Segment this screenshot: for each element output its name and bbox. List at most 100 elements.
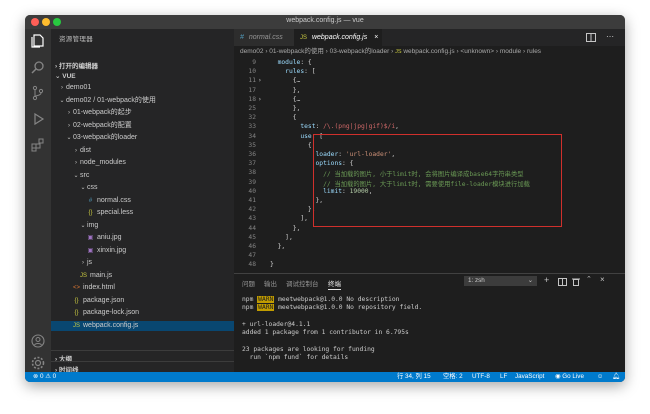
chevron-right-icon: › <box>68 110 70 116</box>
fold-chevron-icon[interactable]: › <box>258 96 262 103</box>
panel-tab-debug-console[interactable]: 调试控制台 <box>286 278 319 288</box>
account-icon[interactable] <box>30 333 46 349</box>
encoding-status[interactable]: UTF-8 <box>472 372 490 382</box>
code-line: { <box>270 141 312 149</box>
file-type-icon: {} <box>88 210 93 216</box>
line-number: 47 <box>248 252 256 260</box>
terminal-line: 23 packages are looking for funding <box>242 345 375 353</box>
title-bar: webpack.config.js — vue <box>25 15 625 29</box>
file-type-icon: JS <box>79 272 87 279</box>
tree-item-label: demo01 <box>66 84 92 91</box>
js-file-icon: JS <box>300 35 308 41</box>
kill-terminal-icon[interactable] <box>572 277 580 286</box>
line-number: 42 <box>248 206 256 214</box>
tree-item[interactable]: ▣ aniu.jpg <box>51 233 234 243</box>
problems-status[interactable]: ⊗ 0 ⚠ 0 <box>33 372 56 382</box>
line-number: 45 <box>248 233 256 241</box>
chevron-right-icon: › <box>82 260 84 266</box>
terminal-select[interactable]: 1: zsh ⌄ <box>464 276 537 286</box>
tree-item[interactable]: ⌄img <box>51 221 234 231</box>
warn-badge: WARN <box>257 296 275 303</box>
tree-item[interactable]: # normal.css <box>51 196 234 206</box>
new-terminal-icon[interactable]: + <box>544 275 549 285</box>
panel-tab-terminal[interactable]: 终端 <box>328 278 341 290</box>
tree-item[interactable]: › node_modules <box>51 158 234 168</box>
tree-item[interactable]: {} package-lock.json <box>51 308 234 318</box>
breadcrumb-item[interactable]: rules <box>527 48 541 55</box>
line-number: 10 <box>248 68 256 76</box>
tree-item[interactable]: ⌄css <box>51 183 234 193</box>
open-editors-section[interactable]: › 打开的编辑器 <box>51 60 234 70</box>
notifications-icon[interactable]: 🔔︎ <box>612 372 620 382</box>
panel-tab-output[interactable]: 输出 <box>264 278 277 288</box>
extensions-icon[interactable] <box>30 137 46 153</box>
panel-tab-problems[interactable]: 问题 <box>242 278 255 288</box>
tree-item[interactable]: JS main.js <box>51 271 234 281</box>
eol-status[interactable]: LF <box>500 372 507 382</box>
tree-item-label: 02-webpack的配置 <box>73 121 132 129</box>
tree-item[interactable]: {} package.json <box>51 296 234 306</box>
maximize-panel-icon[interactable]: ⌃ <box>586 275 592 283</box>
explorer-icon[interactable] <box>30 33 46 49</box>
tab-label: normal.css <box>248 34 283 41</box>
chevron-down-icon: ⌄ <box>527 277 533 284</box>
chevron-down-icon: ⌄ <box>55 73 61 80</box>
tree-item[interactable]: ▣ xinxin.jpg <box>51 246 234 256</box>
line-number: 34 <box>248 132 256 140</box>
tree-item[interactable]: ⌄03-webpack的loader <box>51 133 234 143</box>
tree-item[interactable]: {} special.less <box>51 208 234 218</box>
split-terminal-icon[interactable] <box>558 278 567 286</box>
go-live-button[interactable]: ◉ Go Live <box>555 372 584 382</box>
tab-normal-css[interactable]: # normal.css <box>234 29 294 46</box>
tab-webpack-config[interactable]: JS webpack.config.js × <box>294 29 382 46</box>
cursor-position[interactable]: 行 34, 列 15 <box>397 372 431 382</box>
tree-item[interactable]: › demo01 <box>51 83 234 93</box>
close-tab-icon[interactable]: × <box>374 34 378 41</box>
more-actions-icon[interactable]: ⋯ <box>606 32 614 41</box>
chevron-right-icon: › <box>75 160 77 166</box>
file-type-icon: ▣ <box>87 235 94 241</box>
highlight-annotation-box <box>313 134 562 227</box>
tree-item[interactable]: › 01-webpack的起步 <box>51 108 234 118</box>
breadcrumb-item[interactable]: 03-webpack的loader <box>330 48 390 55</box>
chevron-right-icon: › <box>68 122 70 129</box>
line-number: 39 <box>248 178 256 186</box>
run-debug-icon[interactable] <box>30 111 46 127</box>
line-number: 33 <box>248 123 256 131</box>
line-number: 46 <box>248 243 256 250</box>
vscode-window: webpack.config.js — vue 资源管理器 › 打开的编辑器 ⌄… <box>25 15 625 382</box>
breadcrumb-item[interactable]: module <box>500 48 521 55</box>
breadcrumb-item[interactable]: demo02 <box>240 48 264 55</box>
settings-gear-icon[interactable] <box>30 355 46 371</box>
breadcrumb-item[interactable]: 01-webpack的使用 <box>269 48 324 55</box>
feedback-icon[interactable]: ☺ <box>597 372 603 382</box>
source-control-icon[interactable] <box>30 85 46 101</box>
tree-item[interactable]: › js <box>51 258 234 268</box>
fold-chevron-icon[interactable]: › <box>258 77 262 84</box>
code-line: }, <box>270 206 316 214</box>
line-number: 43 <box>248 215 256 223</box>
line-number: 41 <box>248 197 256 204</box>
tree-item-label: dist <box>80 146 91 154</box>
split-editor-icon[interactable] <box>586 33 596 42</box>
breadcrumb-item[interactable]: webpack.config.js <box>403 48 454 55</box>
search-icon[interactable] <box>30 59 46 75</box>
tree-item[interactable]: ⌄demo02 / 01-webpack的使用 <box>51 96 234 106</box>
tree-item[interactable]: › 02-webpack的配置 <box>51 121 234 131</box>
explorer-sidebar: 资源管理器 › 打开的编辑器 ⌄ VUE › demo01 ⌄demo02 / 01… <box>51 29 234 374</box>
workspace-section[interactable]: ⌄ VUE <box>51 72 234 82</box>
terminal-line: npm WARN meetwebpack@1.0.0 No repository… <box>242 304 423 312</box>
language-mode[interactable]: JavaScript <box>515 372 544 382</box>
close-panel-icon[interactable]: × <box>600 275 605 284</box>
breadcrumb-item[interactable]: <unknown> <box>460 48 494 55</box>
file-type-icon: # <box>88 197 93 204</box>
indentation-status[interactable]: 空格: 2 <box>443 372 463 382</box>
tree-item-label: webpack.config.js <box>83 321 139 329</box>
tree-item-label: img <box>87 221 99 229</box>
tree-item[interactable]: JS webpack.config.js <box>51 320 234 331</box>
tree-item[interactable]: ⌄src <box>51 171 234 181</box>
window-title: webpack.config.js — vue <box>286 17 364 24</box>
tree-item[interactable]: <> index.html <box>51 283 234 293</box>
tree-item[interactable]: › dist <box>51 146 234 156</box>
code-line: test: /\.(png|jpg|gif)$/i, <box>300 123 399 131</box>
